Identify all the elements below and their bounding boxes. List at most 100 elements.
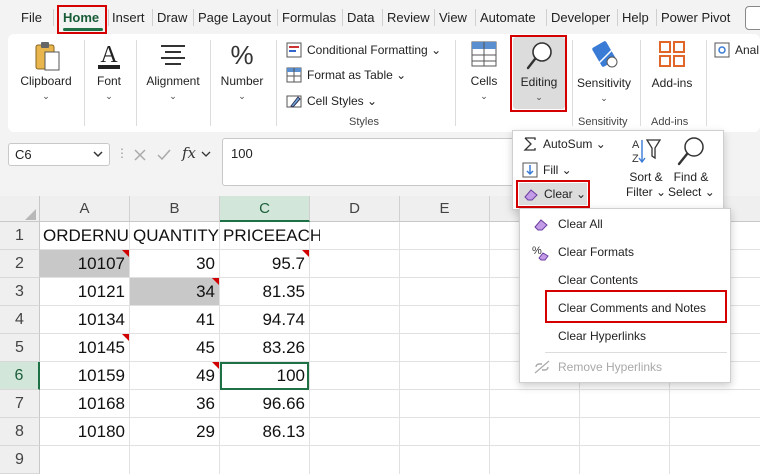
sensitivity-label: Sensitivity [576,76,632,90]
menu-item-clear-all[interactable]: Clear All [558,217,603,231]
tab-help[interactable]: Help [622,0,649,34]
tab-view[interactable]: View [439,0,467,34]
column-header-d[interactable]: D [310,196,400,222]
menu-item-clear-formats[interactable]: Clear Formats [558,245,634,259]
tab-divider [382,9,383,26]
cell-a7[interactable]: 10168 [40,390,129,417]
cell-b1[interactable]: QUANTITY [130,222,219,249]
tab-review[interactable]: Review [387,0,430,34]
clear-button[interactable]: Clear ⌄ [523,184,586,204]
tab-automate[interactable]: Automate [480,0,536,34]
cell-a3[interactable]: 10121 [40,278,129,305]
tab-developer[interactable]: Developer [551,0,610,34]
fill-button[interactable]: Fill ⌄ [522,160,582,180]
group-divider [84,40,85,126]
column-header-a[interactable]: A [40,196,130,222]
fill-down-icon [522,162,538,178]
tab-insert[interactable]: Insert [112,0,145,34]
cells-button[interactable]: Cells ⌄ [462,38,506,108]
group-divider [276,40,277,126]
number-button[interactable]: % Number ⌄ [214,38,270,108]
chevron-down-icon[interactable] [201,149,211,159]
row-header-1[interactable]: 1 [0,222,40,250]
find-select-text: Select [668,185,702,199]
menu-item-clear-hyperlinks[interactable]: Clear Hyperlinks [558,329,646,343]
addins-button[interactable]: Add-ins [646,38,698,108]
row-header-4[interactable]: 4 [0,306,40,334]
cell-c2[interactable]: 95.7 [220,250,309,277]
sensitivity-group-label: Sensitivity [578,116,628,128]
check-icon[interactable] [156,147,172,163]
tab-data[interactable]: Data [347,0,374,34]
tab-page-layout[interactable]: Page Layout [198,0,271,34]
cell-c4[interactable]: 94.74 [220,306,309,333]
cell-b4[interactable]: 41 [130,306,219,333]
chevron-down-icon[interactable] [92,148,104,160]
row-header-8[interactable]: 8 [0,418,40,446]
eraser-icon [534,219,548,231]
row-header-3[interactable]: 3 [0,278,40,306]
sensitivity-button[interactable]: Sensitivity ⌄ [574,38,634,108]
cell-b7[interactable]: 36 [130,390,219,417]
find-select-button[interactable]: Find & Select ⌄ [668,136,715,202]
row-header-6[interactable]: 6 [0,362,40,390]
menu-item-clear-comments-notes[interactable]: Clear Comments and Notes [558,301,706,315]
cell-b3[interactable]: 34 [130,278,219,305]
editing-label: Editing [520,75,558,89]
paste-icon [35,42,60,71]
cell-b8[interactable]: 29 [130,418,219,445]
formula-input[interactable]: 100 [222,138,517,186]
cell-b5[interactable]: 45 [130,334,219,361]
gridline [40,445,760,446]
cell-b6[interactable]: 49 [130,362,219,389]
autosum-button[interactable]: AutoSum ⌄ [522,134,622,154]
clipboard-button[interactable]: Clipboard ⌄ [14,38,78,108]
format-as-table-button[interactable]: Format as Table ⌄ [286,65,426,85]
chevron-down-icon: ⌄ [535,92,543,102]
font-button[interactable]: A Font ⌄ [88,38,130,108]
cell-a5[interactable]: 10145 [40,334,129,361]
cell-c3[interactable]: 81.35 [220,278,309,305]
column-header-e[interactable]: E [400,196,490,222]
clipboard-label: Clipboard [20,74,72,88]
cell-a8[interactable]: 10180 [40,418,129,445]
cell-a4[interactable]: 10134 [40,306,129,333]
tab-power-pivot[interactable]: Power Pivot [661,0,730,34]
cell-b2[interactable]: 30 [130,250,219,277]
alignment-button[interactable]: Alignment ⌄ [140,38,206,108]
analyze-data-button[interactable]: Anal [714,40,760,60]
cell-c7[interactable]: 96.66 [220,390,309,417]
magnifier-icon [526,42,552,70]
row-header-7[interactable]: 7 [0,390,40,418]
column-header-c[interactable]: C [220,196,310,222]
tab-draw[interactable]: Draw [157,0,187,34]
cell-a6[interactable]: 10159 [40,362,129,389]
chevron-down-icon: ⌄ [169,91,177,101]
row-header-5[interactable]: 5 [0,334,40,362]
cell-a2[interactable]: 10107 [40,250,129,277]
row-header-9[interactable]: 9 [0,446,40,474]
tab-file[interactable]: File [21,0,42,34]
cell-styles-button[interactable]: Cell Styles ⌄ [286,91,396,111]
svg-text:%: % [532,245,542,257]
insert-function-button[interactable]: fx [182,144,196,162]
tab-divider [617,9,618,26]
comment-indicator [302,250,309,257]
row-header-2[interactable]: 2 [0,250,40,278]
cell-c8[interactable]: 86.13 [220,418,309,445]
menu-item-clear-contents[interactable]: Clear Contents [558,273,638,287]
share-button[interactable] [745,6,760,30]
sort-filter-button[interactable]: A Z Sort & Filter ⌄ [624,136,668,202]
conditional-formatting-button[interactable]: Conditional Formatting ⌄ [286,40,446,60]
drag-handle-icon[interactable]: ⋮ [116,146,128,160]
editing-button[interactable]: Editing ⌄ [513,37,565,109]
cancel-icon[interactable] [132,147,148,163]
column-header-b[interactable]: B [130,196,220,222]
select-all-triangle [25,209,36,220]
tab-formulas[interactable]: Formulas [282,0,336,34]
chevron-down-icon: ⌄ [600,93,608,103]
number-label: Number [220,74,264,88]
cell-c1[interactable]: PRICEEACH [220,222,320,249]
cell-a1[interactable]: ORDERNU [40,222,129,249]
cell-c5[interactable]: 83.26 [220,334,309,361]
